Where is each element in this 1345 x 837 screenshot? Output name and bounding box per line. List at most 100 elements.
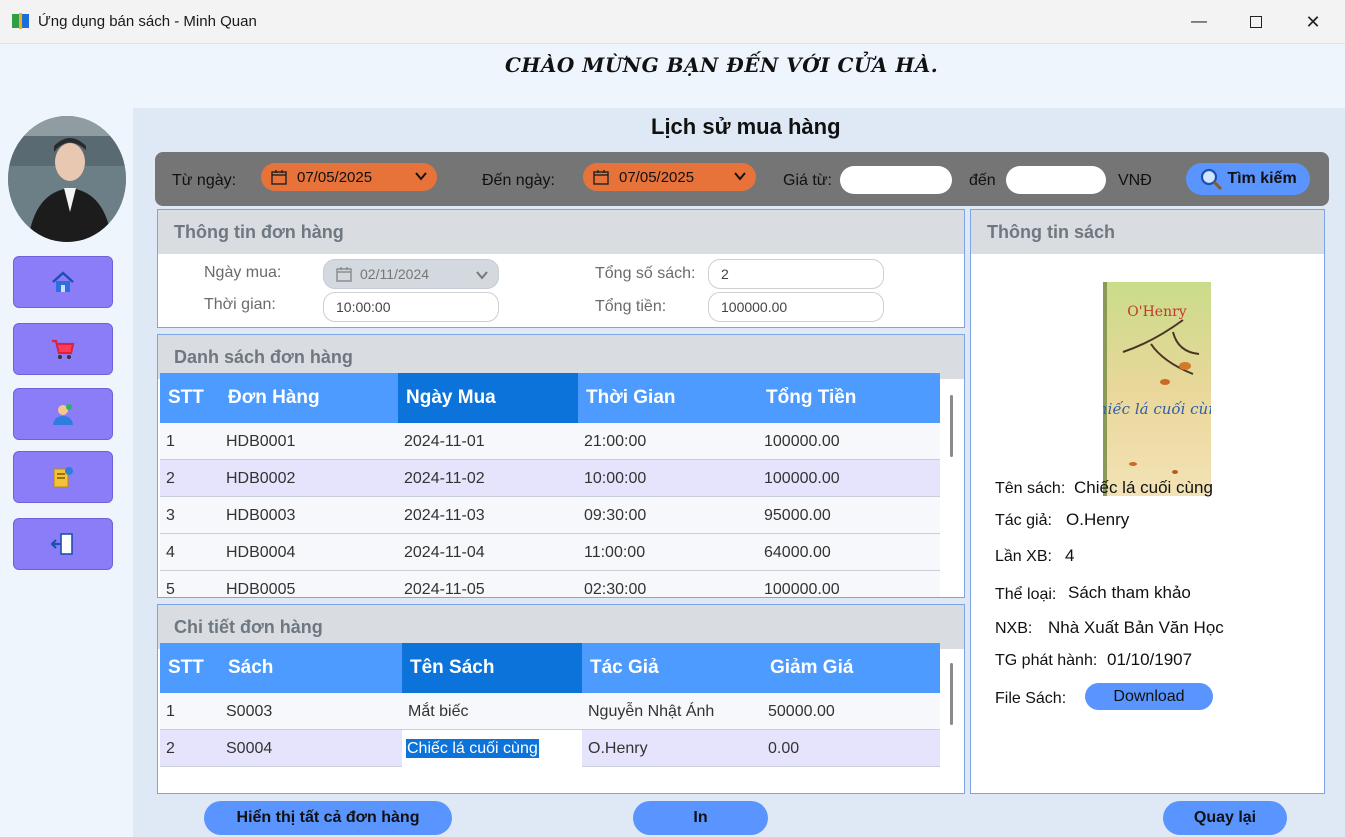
print-button[interactable]: In <box>633 801 768 835</box>
column-header-author[interactable]: Tác Giả <box>582 643 762 693</box>
sidebar-item-invoices[interactable] <box>13 451 113 503</box>
order-info-panel: Thông tin đơn hàng Ngày mua: 02/11/2024 … <box>157 209 965 328</box>
book-name-label: Tên sách: <box>995 480 1066 497</box>
table-row[interactable]: 2 S0004 Chiếc lá cuối cùng O.Henry 0.00 <box>160 730 940 767</box>
book-info-title: Thông tin sách <box>987 222 1115 242</box>
column-header-order[interactable]: Đơn Hàng <box>220 373 398 423</box>
table-row[interactable]: 5 HDB0005 2024-11-05 02:30:00 100000.00 <box>160 571 940 598</box>
cell-order: HDB0001 <box>226 433 296 450</box>
cell-total: 95000.00 <box>764 507 831 524</box>
avatar <box>8 116 126 242</box>
release-label: TG phát hành: <box>995 652 1098 669</box>
column-header-time[interactable]: Thời Gian <box>578 373 758 423</box>
book-author-value: O.Henry <box>1066 510 1130 529</box>
orders-table: STT Đơn Hàng Ngày Mua Thời Gian Tổng Tiề… <box>160 373 940 598</box>
price-from-label: Giá từ: <box>783 172 832 189</box>
cell-book-name-selected[interactable]: Chiếc lá cuối cùng <box>402 730 582 767</box>
order-details-panel: Chi tiết đơn hàng STT Sách Tên Sách Tác … <box>157 604 965 794</box>
book-info-panel: Thông tin sách O'Henry iếc lá cuối cù Tê… <box>970 209 1325 794</box>
edition-value: 4 <box>1065 546 1075 565</box>
cell-date: 2024-11-01 <box>404 433 485 450</box>
sidebar-item-home[interactable] <box>13 256 113 308</box>
column-header-discount[interactable]: Giảm Giá <box>762 643 940 693</box>
order-info-header: Thông tin đơn hàng <box>158 210 964 254</box>
column-header-purchase-date[interactable]: Ngày Mua <box>398 373 578 423</box>
details-scrollbar[interactable] <box>950 663 953 725</box>
cart-icon <box>52 339 75 359</box>
table-row[interactable]: 2 HDB0002 2024-11-02 10:00:00 100000.00 <box>160 460 940 497</box>
close-button[interactable]: ✕ <box>1290 8 1336 36</box>
cell-total: 100000.00 <box>764 433 840 450</box>
column-header-stt[interactable]: STT <box>160 643 220 693</box>
order-details-table: STT Sách Tên Sách Tác Giả Giảm Giá 1 S00… <box>160 643 940 793</box>
cell-order: HDB0005 <box>226 581 296 598</box>
back-button[interactable]: Quay lại <box>1163 801 1287 835</box>
cell-stt: 2 <box>166 740 175 757</box>
from-date-picker[interactable]: 07/05/2025 <box>261 163 437 191</box>
cell-discount: 50000.00 <box>768 703 835 720</box>
sidebar-item-cart[interactable] <box>13 323 113 375</box>
maximize-icon <box>1250 15 1262 28</box>
cell-order: HDB0004 <box>226 544 296 561</box>
maximize-button[interactable] <box>1233 8 1279 36</box>
window-title: Ứng dụng bán sách - Minh Quan <box>38 13 257 30</box>
book-author-label: Tác giả: <box>995 512 1052 529</box>
table-row[interactable]: 4 HDB0004 2024-11-04 11:00:00 64000.00 <box>160 534 940 571</box>
download-button[interactable]: Download <box>1085 683 1213 710</box>
column-header-book-name[interactable]: Tên Sách <box>402 643 582 693</box>
price-to-input[interactable] <box>1006 166 1106 194</box>
total-books-field[interactable]: 2 <box>708 259 884 289</box>
edition-label: Lần XB: <box>995 548 1052 565</box>
total-money-field[interactable]: 100000.00 <box>708 292 884 322</box>
cell-time: 09:30:00 <box>584 507 647 524</box>
chevron-down-icon <box>415 172 427 181</box>
table-row[interactable]: 1 HDB0001 2024-11-01 21:00:00 100000.00 <box>160 423 940 460</box>
column-header-total[interactable]: Tổng Tiền <box>758 373 940 423</box>
cell-time: 10:00:00 <box>584 470 647 487</box>
page-title: Lịch sử mua hàng <box>651 114 841 139</box>
sidebar-item-logout[interactable] <box>13 518 113 570</box>
sidebar-item-profile[interactable] <box>13 388 113 440</box>
table-row[interactable]: 1 S0003 Mắt biếc Nguyễn Nhật Ánh 50000.0… <box>160 693 940 730</box>
cell-stt: 1 <box>166 703 175 720</box>
search-button[interactable]: Tìm kiếm <box>1186 163 1310 195</box>
calendar-icon <box>336 267 352 282</box>
cover-title-text: Chiếc lá cuối cùng <box>1103 400 1211 418</box>
orders-table-header: STT Đơn Hàng Ngày Mua Thời Gian Tổng Tiề… <box>160 373 940 423</box>
user-icon <box>53 404 73 425</box>
column-header-stt[interactable]: STT <box>160 373 220 423</box>
purchase-time-field[interactable]: 10:00:00 <box>323 292 499 322</box>
price-from-input[interactable] <box>840 166 952 194</box>
order-info-title: Thông tin đơn hàng <box>174 222 344 242</box>
cell-time: 11:00:00 <box>584 544 646 561</box>
minimize-button[interactable]: — <box>1176 8 1222 36</box>
orders-title: Danh sách đơn hàng <box>174 347 353 367</box>
cell-book-name: Mắt biếc <box>408 703 469 720</box>
show-all-orders-button[interactable]: Hiển thị tất cả đơn hàng <box>204 801 452 835</box>
chevron-down-icon <box>734 172 746 181</box>
cell-stt: 1 <box>166 433 175 450</box>
to-date-label: Đến ngày: <box>482 172 555 189</box>
cell-total: 64000.00 <box>764 544 831 561</box>
from-date-label: Từ ngày: <box>172 172 237 189</box>
price-to-label: đến <box>969 172 996 189</box>
purchase-time-label: Thời gian: <box>204 296 276 313</box>
table-row[interactable]: 3 HDB0003 2024-11-03 09:30:00 95000.00 <box>160 497 940 534</box>
to-date-picker[interactable]: 07/05/2025 <box>583 163 756 191</box>
cell-order: HDB0003 <box>226 507 296 524</box>
selected-text: Chiếc lá cuối cùng <box>406 739 539 758</box>
cell-stt: 3 <box>166 507 175 524</box>
purchase-date-value: 02/11/2024 <box>360 266 430 282</box>
column-header-book[interactable]: Sách <box>220 643 402 693</box>
welcome-text: CHÀO MỪNG BẠN ĐẾN VỚI CỬA HÀ. <box>505 53 939 77</box>
publisher-value: Nhà Xuất Bản Văn Học <box>1048 618 1224 637</box>
welcome-banner: CHÀO MỪNG BẠN ĐẾN VỚI CỬA HÀ. <box>0 44 1345 108</box>
genre-label: Thể loại: <box>995 586 1057 603</box>
search-label: Tìm kiếm <box>1227 170 1297 187</box>
cell-discount: 0.00 <box>768 740 800 757</box>
purchase-date-picker[interactable]: 02/11/2024 <box>323 259 499 289</box>
cell-stt: 2 <box>166 470 175 487</box>
order-details-title: Chi tiết đơn hàng <box>174 617 323 637</box>
book-info-header: Thông tin sách <box>971 210 1324 254</box>
orders-scrollbar[interactable] <box>950 395 953 457</box>
